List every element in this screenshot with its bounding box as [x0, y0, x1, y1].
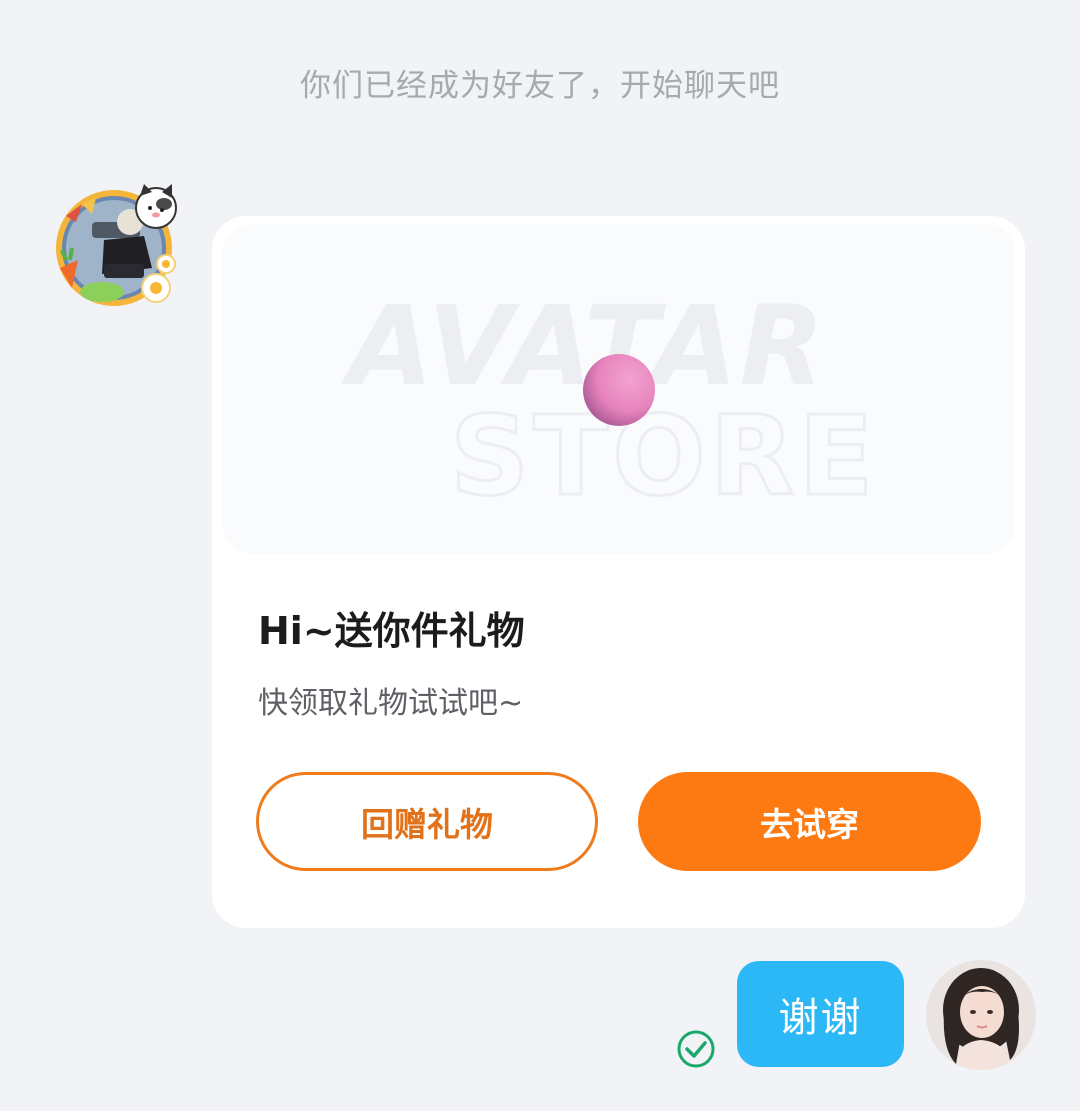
- gift-preview-image[interactable]: AVATAR STORE: [222, 224, 1015, 554]
- gift-preview-art: AVATAR STORE: [340, 282, 878, 522]
- gift-ball: [583, 354, 655, 426]
- friend-avatar[interactable]: [52, 182, 184, 310]
- gift-subtitle: 快领取礼物试试吧~: [258, 686, 524, 721]
- read-check-icon: [676, 1029, 716, 1069]
- try-on-button[interactable]: 去试穿: [638, 772, 981, 871]
- my-avatar-icon: [926, 960, 1036, 1070]
- system-message: 你们已经成为好友了，开始聊天吧: [300, 68, 780, 104]
- gift-card[interactable]: AVATAR STORE Hi~送你件礼物 快领取礼物试试吧~ 回赠礼物 去试穿: [212, 216, 1025, 928]
- friend-avatar-icon: [56, 184, 177, 306]
- watermark-store: STORE: [450, 392, 878, 520]
- return-gift-button[interactable]: 回赠礼物: [256, 772, 598, 871]
- my-avatar[interactable]: [926, 960, 1036, 1070]
- my-message-bubble[interactable]: 谢谢: [737, 961, 904, 1067]
- gift-title: Hi~送你件礼物: [258, 609, 525, 653]
